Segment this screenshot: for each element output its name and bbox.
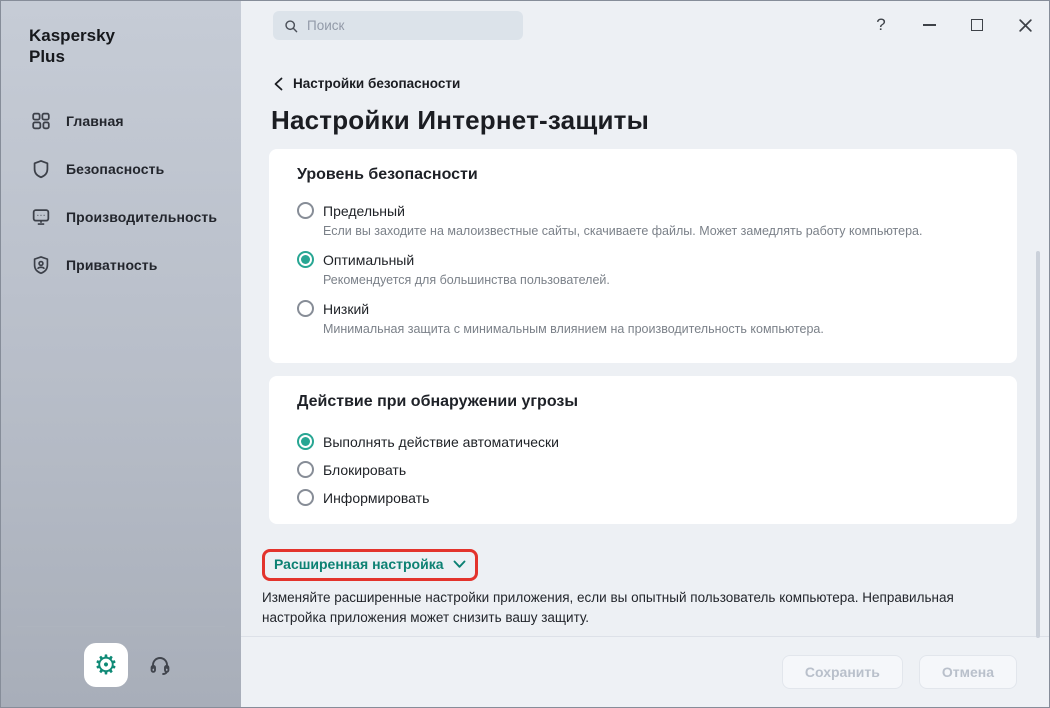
radio-unselected-icon[interactable] (297, 300, 314, 317)
radio-selected-icon[interactable] (297, 251, 314, 268)
back-chevron-icon (273, 77, 284, 91)
app-logo-line1: Kaspersky (29, 25, 241, 46)
sidebar-item-performance-label: Производительность (66, 209, 217, 225)
sidebar-item-security[interactable]: Безопасность (1, 145, 241, 193)
option-low: Низкий Минимальная защита с минимальным … (297, 300, 989, 337)
option-inform: Информировать (297, 489, 989, 506)
performance-monitor-icon (29, 205, 53, 229)
option-label: Предельный (323, 203, 405, 219)
app-logo: Kaspersky Plus (1, 1, 241, 67)
support-button[interactable] (142, 647, 178, 683)
maximize-icon (971, 19, 983, 31)
sidebar-nav: Главная Безопасность (1, 97, 241, 289)
minimize-icon (923, 24, 936, 26)
option-label: Блокировать (323, 462, 406, 478)
search-placeholder: Поиск (307, 18, 344, 33)
search-icon (283, 18, 299, 34)
sidebar-item-privacy-label: Приватность (66, 257, 157, 273)
breadcrumb-back[interactable]: Настройки безопасности (273, 76, 1017, 91)
option-label: Информировать (323, 490, 429, 506)
save-button[interactable]: Сохранить (782, 655, 903, 689)
breadcrumb-label: Настройки безопасности (293, 76, 460, 91)
option-optimal-radio-row[interactable]: Оптимальный (297, 251, 989, 268)
sidebar-item-home[interactable]: Главная (1, 97, 241, 145)
sidebar-item-security-label: Безопасность (66, 161, 164, 177)
option-block-radio-row[interactable]: Блокировать (297, 461, 989, 478)
footer-action-bar: Сохранить Отмена (241, 636, 1049, 707)
advanced-settings-link[interactable]: Расширенная настройка (274, 556, 466, 572)
advanced-settings-section: Расширенная настройка Изменяйте расширен… (262, 549, 1017, 628)
scrollbar-thumb[interactable] (1036, 251, 1040, 638)
option-description: Если вы заходите на малоизвестные сайты,… (323, 224, 989, 239)
close-button[interactable] (1013, 11, 1037, 39)
option-extreme: Предельный Если вы заходите на малоизвес… (297, 202, 989, 239)
cancel-button[interactable]: Отмена (919, 655, 1017, 689)
threat-action-title: Действие при обнаружении угрозы (297, 393, 989, 411)
privacy-shield-icon (29, 253, 53, 277)
page-title: Настройки Интернет-защиты (271, 105, 1017, 136)
option-label: Оптимальный (323, 252, 414, 268)
option-auto-radio-row[interactable]: Выполнять действие автоматически (297, 433, 989, 450)
close-icon (1018, 18, 1033, 33)
option-block: Блокировать (297, 461, 989, 478)
radio-unselected-icon[interactable] (297, 461, 314, 478)
option-extreme-radio-row[interactable]: Предельный (297, 202, 989, 219)
option-low-radio-row[interactable]: Низкий (297, 300, 989, 317)
radio-selected-icon[interactable] (297, 433, 314, 450)
help-button[interactable]: ? (869, 11, 893, 39)
option-description: Рекомендуется для большинства пользовате… (323, 273, 989, 288)
threat-action-card: Действие при обнаружении угрозы Выполнят… (269, 376, 1017, 524)
gear-icon: ⚙ (94, 652, 118, 679)
settings-button[interactable]: ⚙ (84, 643, 128, 687)
maximize-button[interactable] (965, 11, 989, 39)
option-auto: Выполнять действие автоматически (297, 433, 989, 450)
sidebar-footer: ⚙ (1, 627, 241, 707)
app-window: Kaspersky Plus Главная (0, 0, 1050, 708)
headset-icon (146, 651, 174, 679)
option-label: Выполнять действие автоматически (323, 434, 559, 450)
option-optimal: Оптимальный Рекомендуется для большинств… (297, 251, 989, 288)
option-description: Минимальная защита с минимальным влияние… (323, 322, 989, 337)
home-grid-icon (29, 109, 53, 133)
advanced-settings-label: Расширенная настройка (274, 556, 443, 572)
app-logo-line2: Plus (29, 46, 241, 67)
advanced-settings-description: Изменяйте расширенные настройки приложен… (262, 588, 1017, 628)
sidebar-spacer (1, 289, 241, 626)
option-label: Низкий (323, 301, 369, 317)
sidebar-item-performance[interactable]: Производительность (1, 193, 241, 241)
window-controls: ? (869, 11, 1037, 39)
security-level-title: Уровень безопасности (297, 166, 989, 184)
radio-unselected-icon[interactable] (297, 489, 314, 506)
sidebar-item-home-label: Главная (66, 113, 124, 129)
settings-content: Настройки безопасности Настройки Интерне… (241, 49, 1049, 636)
sidebar-item-privacy[interactable]: Приватность (1, 241, 241, 289)
minimize-button[interactable] (917, 11, 941, 39)
sidebar: Kaspersky Plus Главная (1, 1, 241, 707)
radio-unselected-icon[interactable] (297, 202, 314, 219)
security-level-card: Уровень безопасности Предельный Если вы … (269, 149, 1017, 363)
main-panel: Поиск ? (241, 1, 1049, 707)
option-inform-radio-row[interactable]: Информировать (297, 489, 989, 506)
topbar: Поиск ? (241, 1, 1049, 49)
chevron-down-icon (453, 560, 466, 569)
search-input[interactable]: Поиск (273, 11, 523, 40)
annotation-highlight-box: Расширенная настройка (262, 549, 478, 581)
help-icon: ? (876, 15, 885, 35)
shield-icon (29, 157, 53, 181)
